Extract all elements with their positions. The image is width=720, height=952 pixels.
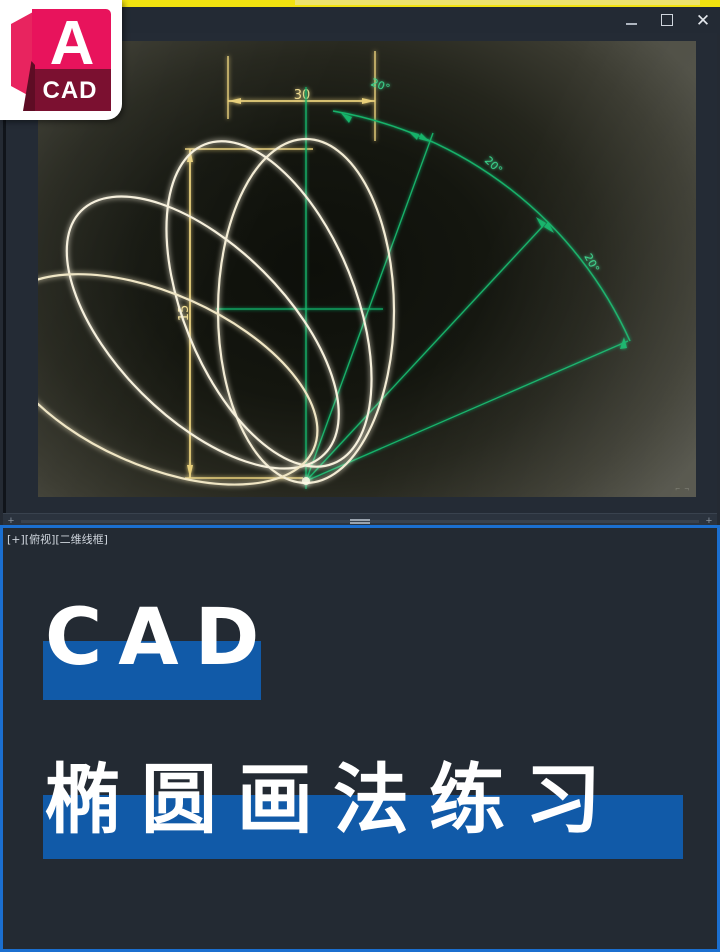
autocad-logo[interactable]: A CAD bbox=[0, 0, 122, 120]
splitter-grip-icon[interactable] bbox=[350, 519, 370, 524]
maximize-icon bbox=[661, 14, 673, 26]
angle-label-2: 20° bbox=[482, 154, 505, 177]
lower-panel: [+][俯视][二维线框] CAD 椭圆画法练习 bbox=[0, 525, 720, 952]
close-button[interactable]: ✕ bbox=[692, 9, 714, 31]
cad-drawing-photo: 30 15 20° 20° 20° ⌐ ¬ bbox=[38, 41, 696, 497]
pivot-point bbox=[302, 477, 310, 485]
angle-label-3: 20° bbox=[581, 251, 602, 274]
window-controls: ✕ bbox=[620, 7, 714, 33]
top-accent-highlight bbox=[295, 0, 700, 5]
ellipse-2 bbox=[165, 140, 373, 468]
logo-letter-a: A bbox=[49, 9, 95, 78]
ellipse-4 bbox=[38, 273, 319, 486]
cad-geometry: 30 15 20° 20° 20° bbox=[38, 51, 631, 489]
cad-heading: CAD bbox=[45, 593, 276, 683]
minimize-button[interactable] bbox=[620, 9, 642, 31]
ellipse-set bbox=[38, 137, 396, 486]
logo-cad-label: CAD bbox=[42, 77, 98, 104]
angle-label-1: 20° bbox=[369, 76, 392, 95]
photo-corner-marks: ⌐ ¬ bbox=[675, 484, 690, 493]
dim-label-width: 30 bbox=[294, 88, 311, 103]
close-icon: ✕ bbox=[695, 10, 711, 30]
ellipse-3 bbox=[65, 195, 340, 470]
maximize-button[interactable] bbox=[656, 9, 678, 31]
minimize-icon bbox=[625, 23, 637, 25]
viewport-config-label[interactable]: [+][俯视][二维线框] bbox=[7, 531, 108, 547]
lesson-title: 椭圆画法练习 bbox=[45, 755, 621, 844]
autocad-logo-art: A CAD bbox=[11, 9, 111, 111]
